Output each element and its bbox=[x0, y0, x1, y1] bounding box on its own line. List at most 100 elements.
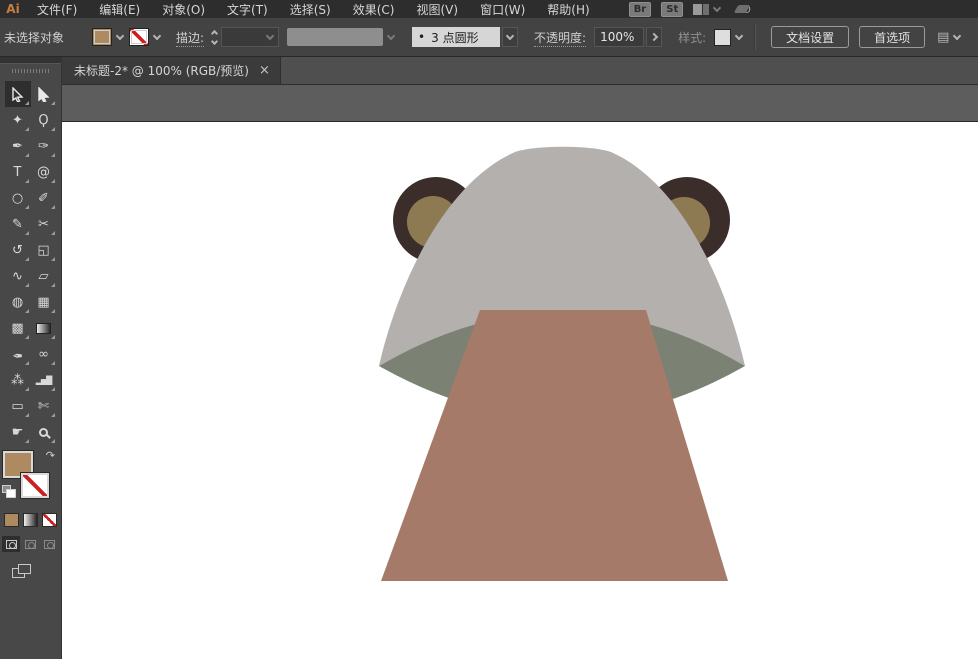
menu-文字[interactable]: 文字(T) bbox=[216, 0, 279, 18]
direct-selection-tool[interactable] bbox=[31, 81, 57, 107]
shape-builder-tool[interactable]: ◍ bbox=[5, 289, 31, 315]
perspective-grid-tool[interactable]: ▦ bbox=[31, 289, 57, 315]
pasteboard[interactable] bbox=[62, 85, 978, 122]
brush-name-label: 3 点圆形 bbox=[431, 29, 478, 46]
app-logo[interactable]: Ai bbox=[0, 0, 26, 18]
document-tab-bar: 未标题-2* @ 100% (RGB/预览) × bbox=[62, 57, 978, 85]
brush-definition-field[interactable]: • 3 点圆形 bbox=[412, 27, 500, 47]
swap-fill-stroke-icon[interactable]: ↷ bbox=[46, 449, 55, 462]
menu-选择[interactable]: 选择(S) bbox=[279, 0, 342, 18]
chevron-down-icon[interactable] bbox=[153, 32, 161, 40]
preferences-button[interactable]: 首选项 bbox=[859, 26, 925, 48]
paintbrush-tool[interactable]: ✐ bbox=[31, 185, 57, 211]
none-button[interactable] bbox=[42, 513, 57, 527]
gradient-button[interactable] bbox=[23, 513, 38, 527]
stroke-weight-field[interactable] bbox=[221, 27, 279, 47]
default-fill-stroke-icon[interactable] bbox=[2, 485, 11, 493]
hand-tool[interactable]: ☛ bbox=[5, 419, 31, 445]
brush-dropdown-button[interactable] bbox=[502, 27, 518, 47]
chevron-down-icon bbox=[211, 37, 218, 44]
color-button[interactable] bbox=[4, 513, 19, 527]
blend-tool[interactable]: ∞ bbox=[31, 341, 57, 367]
draw-normal-mode[interactable] bbox=[2, 536, 20, 552]
menu-帮助[interactable]: 帮助(H) bbox=[536, 0, 600, 18]
zoom-tool[interactable] bbox=[31, 419, 57, 445]
align-panel-icon[interactable]: ▤ bbox=[937, 30, 949, 45]
ellipse-tool[interactable]: ○ bbox=[5, 185, 31, 211]
eyedropper-tool[interactable]: ✒ bbox=[5, 341, 31, 367]
magic-wand-tool-icon: ✦ bbox=[12, 113, 23, 128]
chevron-down-icon[interactable] bbox=[953, 32, 961, 40]
rotate-tool[interactable]: ↺ bbox=[5, 237, 31, 263]
curvature-pen-tool[interactable]: ✑ bbox=[31, 133, 57, 159]
close-icon[interactable]: × bbox=[259, 63, 270, 78]
artboard-tool[interactable]: ▭ bbox=[5, 393, 31, 419]
menubar-right: Br St ʘ bbox=[629, 2, 751, 17]
width-tool[interactable]: ∿ bbox=[5, 263, 31, 289]
free-transform-tool[interactable]: ▱ bbox=[31, 263, 57, 289]
mesh-tool-icon: ▩ bbox=[11, 321, 23, 336]
type-tool[interactable]: T bbox=[5, 159, 31, 185]
stroke-color-swatch[interactable] bbox=[129, 28, 149, 46]
spiral-tool[interactable]: @ bbox=[31, 159, 57, 185]
divider bbox=[754, 24, 755, 50]
screen-mode-icon bbox=[18, 564, 31, 574]
opacity-expand-button[interactable] bbox=[646, 27, 662, 47]
lasso-tool[interactable]: Ϙ bbox=[31, 107, 57, 133]
variable-width-profile[interactable] bbox=[287, 28, 383, 46]
panel-grip[interactable] bbox=[12, 69, 50, 73]
mesh-tool[interactable]: ▩ bbox=[5, 315, 31, 341]
chevron-down-icon[interactable] bbox=[387, 32, 395, 40]
draw-inside-mode[interactable] bbox=[40, 536, 58, 552]
column-graph-tool[interactable]: ▂▅█ bbox=[31, 367, 57, 393]
change-screen-mode-button[interactable] bbox=[12, 564, 32, 578]
fill-color-swatch[interactable] bbox=[92, 28, 112, 46]
slice-tool[interactable]: ✄ bbox=[31, 393, 57, 419]
stock-button[interactable]: St bbox=[661, 2, 683, 17]
workspace-icon bbox=[693, 4, 709, 15]
tools-panel: ✦ Ϙ ✒ ✑T@○✐✎ ✂ ↺◱∿ ▱ ◍ ▦ ▩ ✒ ∞ ⁂ ▂▅█▭✄☛ ↷ bbox=[0, 57, 62, 659]
panel-header[interactable] bbox=[0, 57, 61, 64]
chevron-up-icon bbox=[211, 29, 218, 36]
artboard-canvas[interactable] bbox=[62, 122, 978, 659]
pen-tool[interactable]: ✒ bbox=[5, 133, 31, 159]
menu-文件[interactable]: 文件(F) bbox=[26, 0, 88, 18]
opacity-field[interactable]: 100% bbox=[594, 27, 644, 47]
color-mode-buttons bbox=[0, 513, 61, 527]
scale-tool[interactable]: ◱ bbox=[31, 237, 57, 263]
chevron-down-icon[interactable] bbox=[735, 32, 743, 40]
menu-编辑[interactable]: 编辑(E) bbox=[88, 0, 151, 18]
blend-tool-icon: ∞ bbox=[38, 347, 49, 362]
cs-live-button[interactable]: ʘ bbox=[736, 3, 751, 16]
selection-tool[interactable] bbox=[5, 81, 31, 107]
bridge-button[interactable]: Br bbox=[629, 2, 652, 17]
pen-tool-icon: ✒ bbox=[12, 139, 23, 154]
document-setup-button[interactable]: 文档设置 bbox=[771, 26, 849, 48]
scissors-tool-icon: ✂ bbox=[38, 217, 49, 232]
free-transform-tool-icon: ▱ bbox=[39, 269, 49, 284]
workspace-switcher[interactable] bbox=[693, 4, 726, 15]
stroke-weight-stepper[interactable] bbox=[212, 31, 217, 44]
style-swatch[interactable] bbox=[714, 29, 731, 46]
menu-窗口[interactable]: 窗口(W) bbox=[469, 0, 536, 18]
menu-对象[interactable]: 对象(O) bbox=[151, 0, 216, 18]
stroke-label: 描边: bbox=[176, 29, 204, 46]
scissors-tool[interactable]: ✂ bbox=[31, 211, 57, 237]
menu-视图[interactable]: 视图(V) bbox=[405, 0, 469, 18]
menu-效果[interactable]: 效果(C) bbox=[342, 0, 406, 18]
symbol-sprayer-tool-icon: ⁂ bbox=[11, 373, 24, 388]
stroke-proxy[interactable] bbox=[21, 473, 49, 498]
gradient-icon bbox=[36, 323, 51, 334]
symbol-sprayer-tool[interactable]: ⁂ bbox=[5, 367, 31, 393]
magic-wand-tool[interactable]: ✦ bbox=[5, 107, 31, 133]
draw-behind-mode[interactable] bbox=[21, 536, 39, 552]
document-tab[interactable]: 未标题-2* @ 100% (RGB/预览) × bbox=[62, 57, 281, 84]
gradient-tool[interactable] bbox=[31, 315, 57, 341]
draw-normal-icon bbox=[6, 540, 17, 549]
document-area: 未标题-2* @ 100% (RGB/预览) × bbox=[62, 57, 978, 659]
lasso-tool-icon: Ϙ bbox=[38, 113, 48, 128]
chevron-down-icon[interactable] bbox=[116, 32, 124, 40]
shape-builder-tool-icon: ◍ bbox=[12, 295, 23, 310]
brush-dot-icon: • bbox=[418, 30, 425, 44]
pencil-tool[interactable]: ✎ bbox=[5, 211, 31, 237]
